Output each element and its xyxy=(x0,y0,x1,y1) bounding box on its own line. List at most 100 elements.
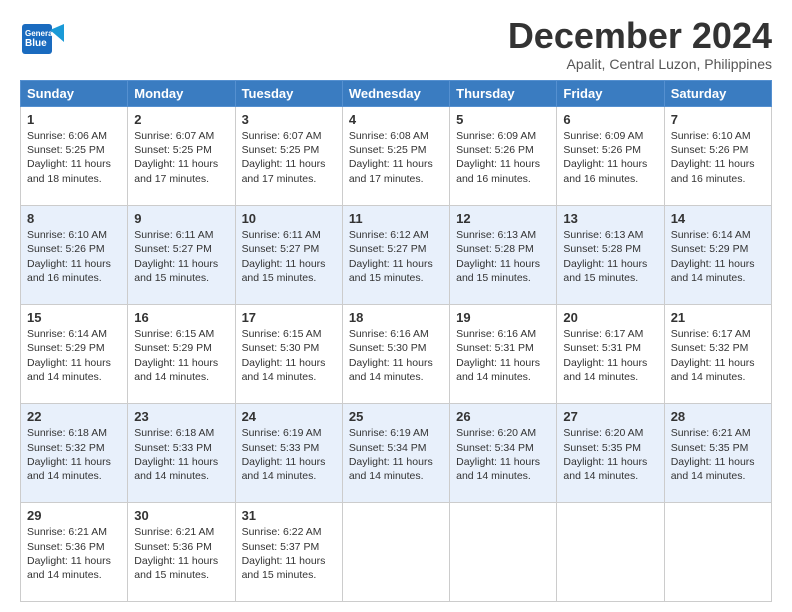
day-number: 27 xyxy=(563,408,657,426)
day-number: 21 xyxy=(671,309,765,327)
day-cell: 27Sunrise: 6:20 AM Sunset: 5:35 PM Dayligh… xyxy=(557,403,664,502)
day-number: 12 xyxy=(456,210,550,228)
day-cell: 6Sunrise: 6:09 AM Sunset: 5:26 PM Daylight… xyxy=(557,106,664,205)
sunset: Sunset: 5:30 PM xyxy=(349,342,427,354)
sunrise: Sunrise: 6:10 AM xyxy=(671,130,751,142)
sunrise: Sunrise: 6:15 AM xyxy=(134,328,214,340)
col-header-sunday: Sunday xyxy=(21,80,128,106)
day-number: 22 xyxy=(27,408,121,426)
sunrise: Sunrise: 6:14 AM xyxy=(27,328,107,340)
sunrise: Sunrise: 6:09 AM xyxy=(563,130,643,142)
daylight: Daylight: 11 hours and 14 minutes. xyxy=(27,456,111,482)
sunrise: Sunrise: 6:22 AM xyxy=(242,526,322,538)
day-cell: 10Sunrise: 6:11 AMSunset: 5:27 PMDayligh… xyxy=(235,205,342,304)
daylight: Daylight: 11 hours and 15 minutes. xyxy=(134,555,218,581)
sunset: Sunset: 5:36 PM xyxy=(134,541,212,553)
sunset: Sunset: 5:31 PM xyxy=(456,342,534,354)
day-number: 31 xyxy=(242,507,336,525)
day-cell: 20Sunrise: 6:17 AMSunset: 5:31 PMDayligh… xyxy=(557,304,664,403)
week-row-1: 1Sunrise: 6:06 AM Sunset: 5:25 PM Daylight… xyxy=(21,106,772,205)
daylight: Daylight: 11 hours and 14 minutes. xyxy=(671,258,755,284)
daylight: Daylight: 11 hours and 14 minutes. xyxy=(671,456,755,482)
daylight: Daylight: 11 hours and 14 minutes. xyxy=(563,357,647,383)
calendar-table: SundayMondayTuesdayWednesdayThursdayFrid… xyxy=(20,80,772,602)
day-cell: 14Sunrise: 6:14 AMSunset: 5:29 PMDayligh… xyxy=(664,205,771,304)
sunset: Sunset: 5:29 PM xyxy=(134,342,212,354)
logo: General Blue xyxy=(20,16,90,66)
daylight: Daylight: 11 hours and 17 minutes. xyxy=(134,158,218,184)
daylight: Daylight: 11 hours and 15 minutes. xyxy=(563,258,647,284)
sunrise: Sunrise: 6:13 AM xyxy=(456,229,536,241)
sunrise: Sunrise: 6:07 AM xyxy=(134,130,214,142)
sunset: Sunset: 5:26 PM xyxy=(456,144,534,156)
sunrise: Sunrise: 6:11 AM xyxy=(134,229,213,241)
day-cell: 24Sunrise: 6:19 AMSunset: 5:33 PMDayligh… xyxy=(235,403,342,502)
sunrise: Sunrise: 6:17 AM xyxy=(671,328,751,340)
day-cell: 19Sunrise: 6:16 AMSunset: 5:31 PMDayligh… xyxy=(450,304,557,403)
day-number: 23 xyxy=(134,408,228,426)
daylight: Daylight: 11 hours and 14 minutes. xyxy=(27,555,111,581)
daylight: Daylight: 11 hours and 15 minutes. xyxy=(349,258,433,284)
day-cell xyxy=(664,502,771,601)
sunset: Sunset: 5:34 PM xyxy=(349,442,427,454)
sunrise: Sunrise: 6:20 AM xyxy=(563,427,643,439)
day-number: 10 xyxy=(242,210,336,228)
sunset: Sunset: 5:31 PM xyxy=(563,342,641,354)
sunset: Sunset: 5:29 PM xyxy=(27,342,105,354)
day-cell: 3Sunrise: 6:07 AMSunset: 5:25 PMDaylight… xyxy=(235,106,342,205)
col-header-thursday: Thursday xyxy=(450,80,557,106)
daylight: Daylight: 11 hours and 14 minutes. xyxy=(671,357,755,383)
sunset: Sunset: 5:33 PM xyxy=(134,442,212,454)
daylight: Daylight: 11 hours and 14 minutes. xyxy=(563,456,647,482)
page: General Blue December 2024 Apalit, Centr… xyxy=(0,0,792,612)
day-number: 1 xyxy=(27,111,121,129)
sunset: Sunset: 5:30 PM xyxy=(242,342,320,354)
sunrise: Sunrise: 6:10 AM xyxy=(27,229,107,241)
day-number: 6 xyxy=(563,111,657,129)
daylight: Daylight: 11 hours and 17 minutes. xyxy=(349,158,433,184)
sunset: Sunset: 5:35 PM xyxy=(563,442,641,454)
day-number: 19 xyxy=(456,309,550,327)
sunrise: Sunrise: 6:14 AM xyxy=(671,229,751,241)
sunrise: Sunrise: 6:19 AM xyxy=(242,427,322,439)
header-row: SundayMondayTuesdayWednesdayThursdayFrid… xyxy=(21,80,772,106)
day-number: 24 xyxy=(242,408,336,426)
day-number: 16 xyxy=(134,309,228,327)
col-header-tuesday: Tuesday xyxy=(235,80,342,106)
daylight: Daylight: 11 hours and 16 minutes. xyxy=(563,158,647,184)
day-cell: 2Sunrise: 6:07 AMSunset: 5:25 PMDaylight… xyxy=(128,106,235,205)
daylight: Daylight: 11 hours and 15 minutes. xyxy=(134,258,218,284)
day-cell: 21Sunrise: 6:17 AM Sunset: 5:32 PM Dayligh… xyxy=(664,304,771,403)
day-number: 4 xyxy=(349,111,443,129)
daylight: Daylight: 11 hours and 15 minutes. xyxy=(242,555,326,581)
sunset: Sunset: 5:25 PM xyxy=(349,144,427,156)
day-number: 11 xyxy=(349,210,443,228)
week-row-3: 15Sunrise: 6:14 AMSunset: 5:29 PMDayligh… xyxy=(21,304,772,403)
sunset: Sunset: 5:28 PM xyxy=(456,243,534,255)
day-number: 3 xyxy=(242,111,336,129)
sunrise: Sunrise: 6:13 AM xyxy=(563,229,643,241)
sunset: Sunset: 5:26 PM xyxy=(563,144,641,156)
subtitle: Apalit, Central Luzon, Philippines xyxy=(508,56,772,72)
day-cell: 26Sunrise: 6:20 AMSunset: 5:34 PMDayligh… xyxy=(450,403,557,502)
sunset: Sunset: 5:32 PM xyxy=(671,342,749,354)
sunrise: Sunrise: 6:09 AM xyxy=(456,130,536,142)
sunrise: Sunrise: 6:18 AM xyxy=(27,427,107,439)
col-header-monday: Monday xyxy=(128,80,235,106)
day-number: 18 xyxy=(349,309,443,327)
day-cell: 31Sunrise: 6:22 AMSunset: 5:37 PMDayligh… xyxy=(235,502,342,601)
sunset: Sunset: 5:26 PM xyxy=(671,144,749,156)
month-title: December 2024 xyxy=(508,16,772,56)
day-cell: 15Sunrise: 6:14 AMSunset: 5:29 PMDayligh… xyxy=(21,304,128,403)
svg-text:Blue: Blue xyxy=(25,38,47,49)
daylight: Daylight: 11 hours and 14 minutes. xyxy=(134,357,218,383)
day-number: 29 xyxy=(27,507,121,525)
sunset: Sunset: 5:29 PM xyxy=(671,243,749,255)
day-cell: 18Sunrise: 6:16 AMSunset: 5:30 PMDayligh… xyxy=(342,304,449,403)
day-number: 25 xyxy=(349,408,443,426)
daylight: Daylight: 11 hours and 14 minutes. xyxy=(134,456,218,482)
sunrise: Sunrise: 6:21 AM xyxy=(134,526,214,538)
sunrise: Sunrise: 6:06 AM xyxy=(27,130,107,142)
sunset: Sunset: 5:28 PM xyxy=(563,243,641,255)
sunrise: Sunrise: 6:08 AM xyxy=(349,130,429,142)
